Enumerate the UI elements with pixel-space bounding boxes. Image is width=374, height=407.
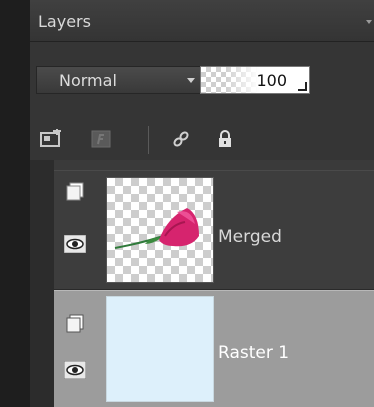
layer-controls: Normal 100	[30, 42, 374, 120]
lock-button[interactable]	[212, 126, 238, 152]
panel-title: Layers	[38, 12, 91, 31]
left-edge-strip	[0, 0, 30, 407]
panel-titlebar: Layers	[30, 0, 374, 42]
toolbar-separator	[148, 126, 149, 154]
layer-thumbnail-raster-1	[106, 296, 214, 402]
layer-list: Merged Raster 1	[30, 160, 374, 407]
visibility-toggle[interactable]	[64, 359, 86, 381]
layer-row-raster-1[interactable]: Raster 1	[54, 290, 374, 407]
link-button[interactable]	[168, 126, 194, 152]
blend-mode-dropdown[interactable]: Normal	[36, 66, 220, 94]
chevron-down-icon	[187, 78, 195, 83]
layers-toolbar	[30, 120, 374, 160]
eye-icon	[64, 361, 86, 379]
layer-name-raster-1[interactable]: Raster 1	[218, 343, 289, 363]
layer-properties-button[interactable]	[64, 181, 86, 203]
new-raster-layer-button[interactable]	[38, 126, 64, 152]
opacity-field[interactable]: 100	[200, 66, 310, 94]
new-raster-layer-icon	[40, 129, 61, 147]
mask-icon	[91, 130, 111, 148]
layer-page-icon	[66, 182, 84, 201]
eye-icon	[64, 235, 86, 253]
layer-page-icon	[66, 314, 84, 333]
link-icon	[173, 131, 189, 147]
layer-indent-gutter	[30, 160, 54, 407]
layer-name-merged[interactable]: Merged	[218, 227, 282, 247]
panel-menu-arrow-icon[interactable]	[366, 20, 372, 24]
layer-row-merged[interactable]: Merged	[54, 170, 374, 290]
lock-icon	[219, 130, 231, 147]
opacity-resize-corner-icon	[298, 82, 307, 91]
opacity-value: 100	[256, 71, 287, 90]
layer-thumbnail-merged	[106, 177, 214, 283]
layer-properties-button[interactable]	[64, 313, 86, 335]
blend-mode-value: Normal	[59, 71, 117, 90]
visibility-toggle[interactable]	[64, 233, 86, 255]
mask-button[interactable]	[88, 126, 114, 152]
rose-thumbnail-image	[114, 208, 199, 249]
